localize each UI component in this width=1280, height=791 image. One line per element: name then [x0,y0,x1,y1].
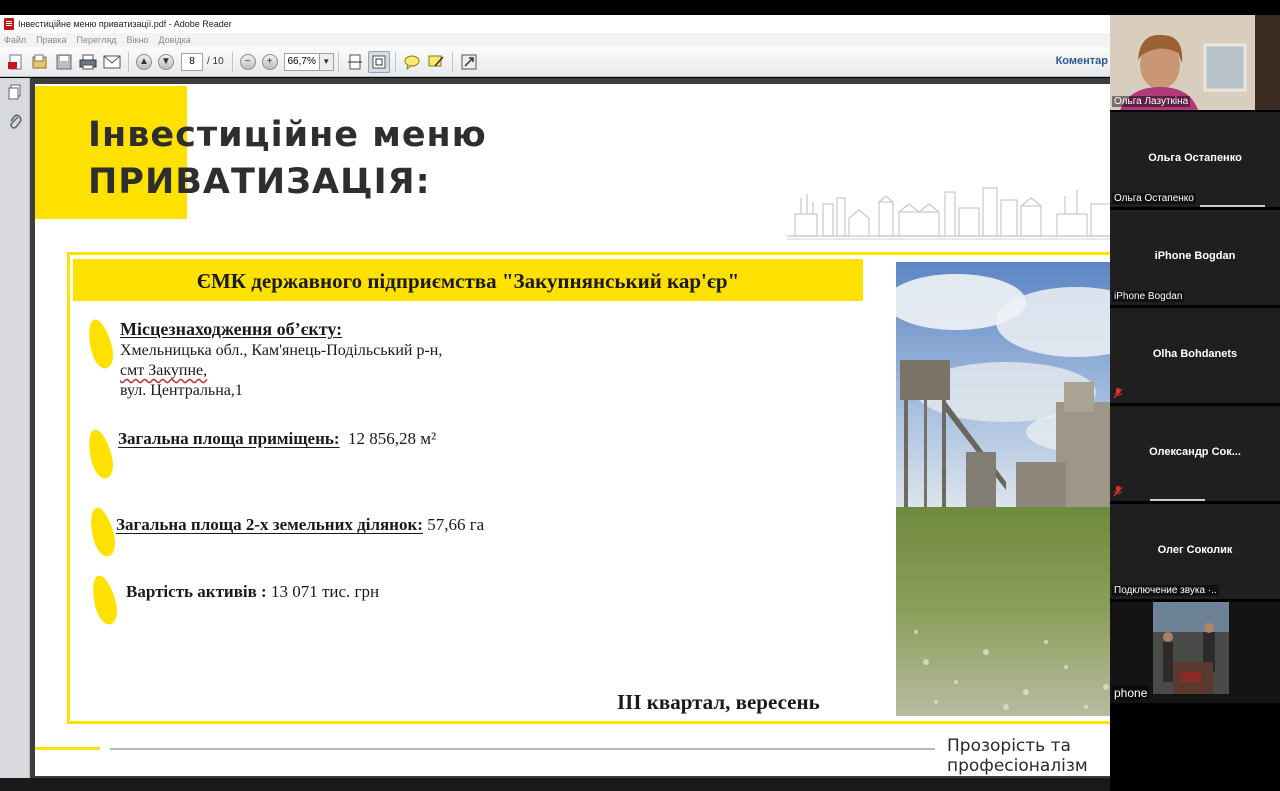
participant-center-name: Олег Соколик [1157,544,1233,556]
yellow-leaf-bullet [84,317,117,371]
participant-name: phone [1112,686,1150,700]
area-block: Загальна площа приміщень: 12 856,28 м² [118,429,436,449]
location-line3: вул. Центральна,1 [120,382,243,399]
yellow-leaf-bullet [88,573,121,627]
create-pdf-icon[interactable] [5,51,27,73]
next-page-button[interactable]: ▼ [156,52,176,72]
page-number-input[interactable]: 8 [181,52,203,71]
arrow-down-icon: ▼ [158,53,174,70]
navigation-pane [0,78,30,778]
menu-bar: Файл Правка Перегляд Вікно Довідка [0,33,1110,47]
open-file-icon[interactable] [29,51,51,73]
email-icon[interactable] [101,51,123,73]
yellow-leaf-bullet [84,427,117,481]
area-value: 12 856,28 м² [348,429,437,448]
sign-icon[interactable] [425,51,447,73]
tile-separator [1150,499,1205,501]
card-header: ЄМК державного підприємства "Закупнянськ… [73,259,863,301]
participant-center-name: Ольга Остапенко [1148,152,1242,164]
location-label: Місцезнаходження об’єкту: [120,319,343,339]
participant-center-name: Олександр Сок... [1149,446,1241,458]
assets-block: Вартість активів : 13 071 тис. грн [126,582,379,602]
participant-tile[interactable]: Ольга Лазуткіна [1110,15,1280,110]
participant-tile[interactable]: Олег Соколик Подключение звука ·.. [1110,504,1280,599]
minus-icon: − [239,53,256,70]
pdf-page: Інвестиційне меню ПРИВАТИЗАЦІЯ: ЄМК держ… [35,84,1110,776]
participant-tile[interactable]: iPhone Bogdan iPhone Bogdan [1110,210,1280,305]
mic-muted-icon [1113,388,1123,399]
zoom-dropdown-button[interactable]: ▼ [319,52,334,71]
assets-value: 13 071 тис. грн [270,582,380,601]
previous-page-button[interactable]: ▲ [134,52,154,72]
participant-center-name: iPhone Bogdan [1154,250,1236,262]
mic-muted-icon [1113,486,1123,497]
fit-page-icon[interactable] [367,50,390,73]
window-titlebar: Інвестиційне меню приватизації.pdf - Ado… [0,15,1110,33]
participant-tile[interactable]: Олександр Сок... [1110,406,1280,501]
toolbar-separator [128,51,129,72]
footer-gray-line [110,748,935,750]
attachment-icon[interactable] [5,112,25,134]
menu-window[interactable]: Вікно [127,35,149,45]
zoom-in-button[interactable]: + [260,52,280,72]
save-icon[interactable] [53,51,75,73]
plus-icon: + [261,53,278,70]
area-label: Загальна площа приміщень: [118,429,340,448]
toolbar-separator [231,51,233,72]
toolbar-separator [394,51,396,72]
toolbar-separator [451,51,453,72]
participant-video [1153,602,1229,694]
land-value: 57,66 га [427,515,485,534]
participants-panel: Ольга Лазуткіна Ольга Остапенко Ольга Ос… [1110,15,1280,703]
participant-name: Подключение звука ·.. [1112,585,1219,596]
assets-label: Вартість активів : [126,582,267,601]
location-line1: Хмельницька обл., Кам'янець-Подільський … [120,342,443,359]
participant-name: Ольга Лазуткіна [1112,96,1191,107]
arrow-up-icon: ▲ [136,53,152,70]
menu-help[interactable]: Довідка [158,35,190,45]
yellow-leaf-bullet [86,505,119,559]
pdf-file-icon [4,18,14,30]
participant-center-name: Olha Bohdanets [1152,348,1238,360]
land-block: Загальна площа 2-х земельних ділянок: 57… [116,515,484,535]
participant-tile[interactable]: Ольга Остапенко Ольга Остапенко [1110,112,1280,207]
menu-edit[interactable]: Правка [36,35,66,45]
zoom-out-button[interactable]: − [238,52,258,72]
pages-icon[interactable] [5,84,25,106]
window-title: Інвестиційне меню приватизації.pdf - Ado… [18,19,232,29]
slide-title-line2: ПРИВАТИЗАЦІЯ: [88,162,431,202]
location-line2: смт Закупне, [120,362,208,379]
comments-link[interactable]: Коментар [1056,55,1108,67]
land-label: Загальна площа 2-х земельних ділянок: [116,515,423,534]
participant-tile[interactable]: Olha Bohdanets [1110,308,1280,403]
slide-title-line1: Інвестиційне меню [88,115,487,155]
footer-tagline: Прозорість та професіоналізм [947,736,1088,776]
factory-skyline-illustration [787,187,1110,240]
quarry-photo [896,262,1110,716]
participant-tile[interactable]: phone [1110,602,1280,703]
print-icon[interactable] [77,51,99,73]
location-block: Місцезнаходження об’єкту: Хмельницька об… [120,319,442,401]
tile-separator [1200,205,1265,207]
menu-file[interactable]: Файл [4,35,26,45]
quarter-label: ІІІ квартал, вересень [617,690,820,714]
comment-bubble-icon[interactable] [401,51,423,73]
property-card: ЄМК державного підприємства "Закупнянськ… [67,252,1110,724]
participant-name: iPhone Bogdan [1112,291,1185,302]
slide-title: Інвестиційне меню ПРИВАТИЗАЦІЯ: [88,112,487,206]
chevron-down-icon: ▼ [322,56,331,66]
toolbar-separator [337,51,339,72]
page-total: / 10 [207,56,224,67]
toolbar: ▲ ▼ 8 / 10 − + 66,7% ▼ Коментар [0,47,1110,77]
bottom-strip [0,778,1110,791]
menu-view[interactable]: Перегляд [77,35,117,45]
footer-yellow-line [35,747,100,750]
participant-name: Ольга Остапенко [1112,193,1196,204]
zoom-level-input[interactable]: 66,7% [283,52,320,71]
fit-width-icon[interactable] [344,51,366,73]
fullscreen-icon[interactable] [458,51,480,73]
